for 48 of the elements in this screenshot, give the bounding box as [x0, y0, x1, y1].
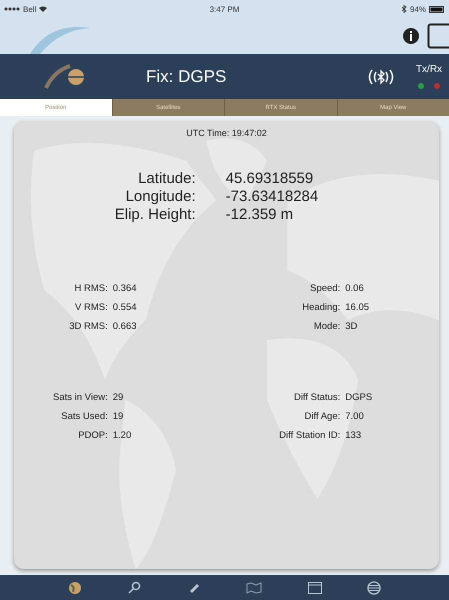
field-value: DGPS	[345, 392, 374, 403]
field-value: 0.364	[112, 283, 138, 294]
field-label: Diff Status:	[292, 392, 340, 403]
field-value: 0.663	[112, 321, 138, 332]
field-value: 45.69318559	[226, 170, 314, 187]
logo-drawing	[44, 64, 86, 89]
battery-percent: 94%	[410, 4, 426, 14]
field-value: 19	[112, 411, 124, 422]
field-value: 0.06	[345, 283, 365, 294]
signal-icon	[4, 7, 20, 11]
field-value: 3D	[345, 321, 358, 332]
field-label: Diff Station ID:	[278, 430, 340, 441]
battery-icon	[429, 6, 446, 12]
key-icon[interactable]	[127, 580, 142, 594]
field-value: 133	[345, 430, 362, 441]
fix-status: Fix: DGPS	[146, 66, 228, 86]
field-value: -73.63418284	[226, 188, 318, 205]
field-label: Elip. Height:	[114, 206, 196, 223]
field-value: 7.00	[345, 411, 365, 422]
field-label: Latitude:	[137, 170, 196, 187]
field-label: Diff Age:	[304, 411, 340, 422]
carrier-name: Bell	[23, 4, 36, 14]
field-value: 16.05	[345, 302, 370, 313]
field-label: 3D RMS:	[68, 321, 108, 332]
field-label: H RMS:	[74, 283, 108, 294]
field-label: Heading:	[301, 302, 340, 313]
bluetooth-icon	[402, 5, 407, 13]
field-label: Sats Used:	[60, 411, 108, 422]
field-label: Sats in View:	[52, 392, 108, 403]
field-value: 1.20	[112, 430, 132, 441]
field-value: -12.359 m	[226, 206, 294, 223]
window-icon[interactable]	[308, 582, 322, 594]
field-value: 0.554	[112, 302, 138, 313]
info-button[interactable]	[403, 28, 419, 44]
globe-icon[interactable]	[68, 580, 82, 594]
map-icon[interactable]	[246, 582, 262, 594]
clock-time: 3:47 PM	[210, 4, 240, 14]
field-value: 29	[112, 392, 124, 403]
wifi-icon	[39, 6, 48, 12]
device-frame-icon[interactable]	[427, 23, 449, 49]
field-label: PDOP:	[77, 430, 108, 441]
field-label: V RMS:	[74, 302, 108, 313]
field-label: Mode:	[312, 321, 340, 332]
txrx-label: Tx/Rx	[416, 64, 442, 75]
bluetooth-signal-icon[interactable]	[367, 68, 395, 86]
field-label: Longitude:	[124, 188, 196, 205]
field-label: Speed:	[309, 283, 340, 294]
utc-time: UTC Time: 19:47:02	[186, 128, 267, 138]
